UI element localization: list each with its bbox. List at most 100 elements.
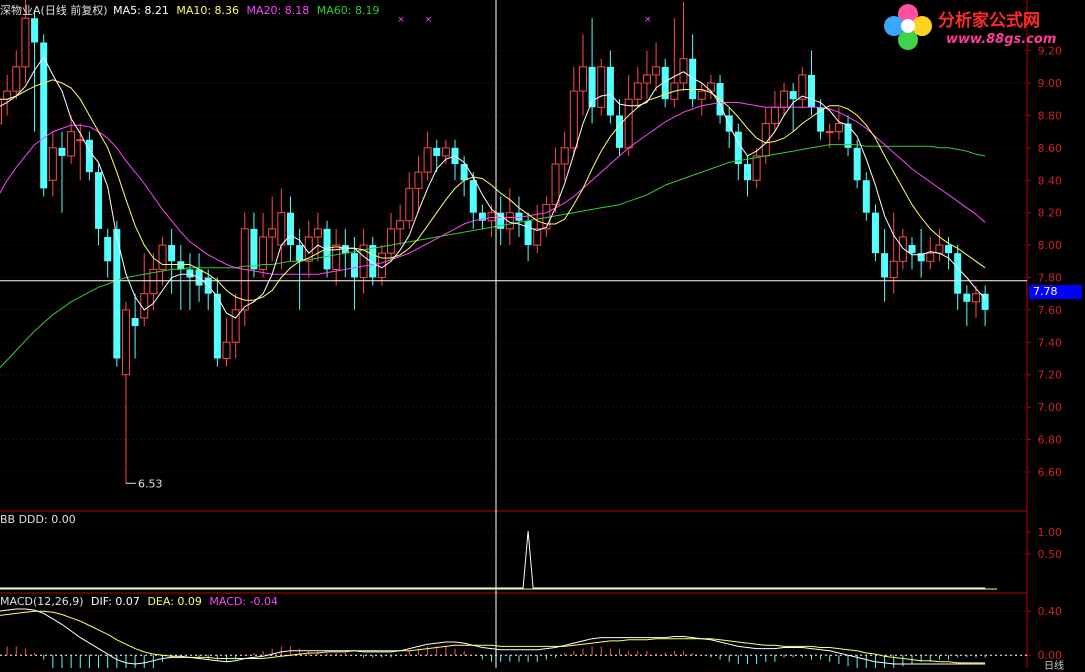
flower-logo-icon (884, 4, 932, 52)
macd-name: MACD(12,26,9) (0, 595, 84, 608)
candle-body-down (31, 18, 39, 43)
ma5-value: MA5: 8.21 (113, 4, 169, 17)
candle-body-down (862, 180, 870, 213)
watermark-site-name: 分析家公式网 (938, 11, 1040, 31)
candle-body-up (706, 82, 715, 92)
candle-body-up (277, 212, 286, 246)
price-tick-label: 8.60 (1038, 142, 1063, 155)
candle-body-down (433, 147, 441, 156)
candle-body-down (734, 131, 742, 165)
price-tick-label: 8.40 (1038, 174, 1063, 187)
bb-label: BB DDD: 0.00 (0, 513, 76, 526)
price-tick-label: 7.40 (1038, 336, 1063, 349)
candle-body-down (95, 172, 103, 229)
candle-body-down (606, 66, 614, 116)
candle-body-up (405, 187, 414, 222)
signal-marker: × (425, 15, 433, 25)
candle-body-up (0, 98, 2, 125)
candle-body-down (131, 317, 139, 327)
macd-value: MACD: -0.04 (209, 595, 279, 608)
candle-body-down (296, 245, 304, 262)
candle-body-down (871, 212, 879, 254)
candle-body-down (40, 42, 48, 189)
ma5-line (0, 56, 986, 319)
candle-body-up (76, 139, 85, 142)
signal-marker: × (644, 15, 652, 25)
candle-body-up (414, 171, 423, 189)
dif-line (0, 608, 986, 665)
candle-body-up (569, 90, 578, 149)
candle-body-up (268, 228, 277, 238)
price-tick-label: 9.00 (1038, 77, 1063, 90)
candle-body-up (21, 17, 30, 68)
macd-panel-header: MACD(12,26,9) DIF: 0.07 DEA: 0.09 MACD: … (0, 595, 278, 608)
price-tick-label: 6.60 (1038, 466, 1063, 479)
candle-body-down (186, 269, 194, 278)
candle-body-up (935, 244, 944, 254)
price-tick-label: 8.20 (1038, 207, 1063, 220)
candle-body-down (177, 261, 185, 270)
candle-body-up (441, 147, 450, 157)
candle-body-up (652, 66, 661, 76)
candle-body-up (121, 309, 130, 376)
price-tick-label: 7.20 (1038, 369, 1063, 382)
signal-marker: × (397, 15, 405, 25)
candle-body-up (222, 341, 231, 360)
candle-body-up (971, 293, 980, 303)
candle-body-up (560, 147, 569, 165)
kline-chart-svg[interactable]: 9.209.008.808.608.408.208.007.807.607.40… (0, 0, 1085, 668)
candle-body-down (963, 293, 971, 302)
candle-body-up (642, 74, 651, 84)
bb-tick-label: 1.00 (1038, 526, 1063, 539)
candle-body-up (679, 58, 688, 84)
candle-body-up (533, 228, 542, 246)
candle-body-up (889, 260, 898, 278)
price-tick-label: 8.80 (1038, 109, 1063, 122)
candle-body-up (158, 244, 167, 270)
bb-tick-label: 0.50 (1038, 548, 1063, 561)
timeframe-label: 日线 (1044, 661, 1064, 672)
ma10-value: MA10: 8.36 (176, 4, 240, 17)
candle-body-down (350, 253, 358, 278)
candle-body-down (286, 212, 294, 246)
stock-chart-window[interactable]: 9.20 9.00 8.80 8.60 8.40 8.20 8.00 7.80 7.60 7.40… (0, 0, 1085, 672)
candle-body-down (954, 253, 962, 294)
candle-body-up (926, 252, 935, 262)
candle-body-up (67, 131, 76, 157)
dea-value: DEA: 0.09 (147, 595, 202, 608)
watermark-site-url: www.88gs.com (946, 32, 1057, 47)
candle-body-up (313, 228, 322, 238)
candle-body-down (168, 245, 176, 262)
candle-body-up (770, 106, 779, 125)
candle-body-down (789, 91, 797, 100)
candle-body-down (853, 147, 861, 181)
candle-body-down (250, 228, 258, 270)
price-panel-header: 深物业A(日线 前复权) MA5: 8.21 MA10: 8.36 MA20: … (0, 2, 379, 18)
price-tick-label: 8.00 (1038, 239, 1063, 252)
candle-body-down (881, 253, 889, 278)
candle-body-up (825, 131, 834, 134)
candle-body-up (423, 147, 432, 173)
candle-body-down (616, 115, 624, 148)
candle-body-up (551, 163, 560, 206)
candle-body-down (524, 220, 532, 246)
price-tick-label: 7.80 (1038, 271, 1063, 284)
ma10-line (0, 79, 986, 301)
candle-body-up (332, 244, 341, 270)
candle-body-down (104, 236, 112, 262)
candle-body-up (578, 66, 587, 92)
price-tick-label: 7.60 (1038, 304, 1063, 317)
candle-body-down (58, 147, 66, 156)
candle-body-down (807, 74, 815, 108)
candle-body-up (834, 123, 843, 133)
candle-body-down (945, 245, 953, 254)
candle-body-up (12, 66, 21, 92)
ma20-value: MA20: 8.18 (246, 4, 310, 17)
candle-body-up (396, 220, 405, 230)
stock-title: 深物业A(日线 前复权) (0, 4, 108, 17)
bb-panel-header: BB DDD: 0.00 (0, 513, 76, 526)
bb-ddd-line (0, 530, 986, 589)
low-annotation-label: 6.53 (138, 477, 163, 490)
candle-body-down (908, 245, 916, 254)
candle-body-up (597, 66, 606, 108)
